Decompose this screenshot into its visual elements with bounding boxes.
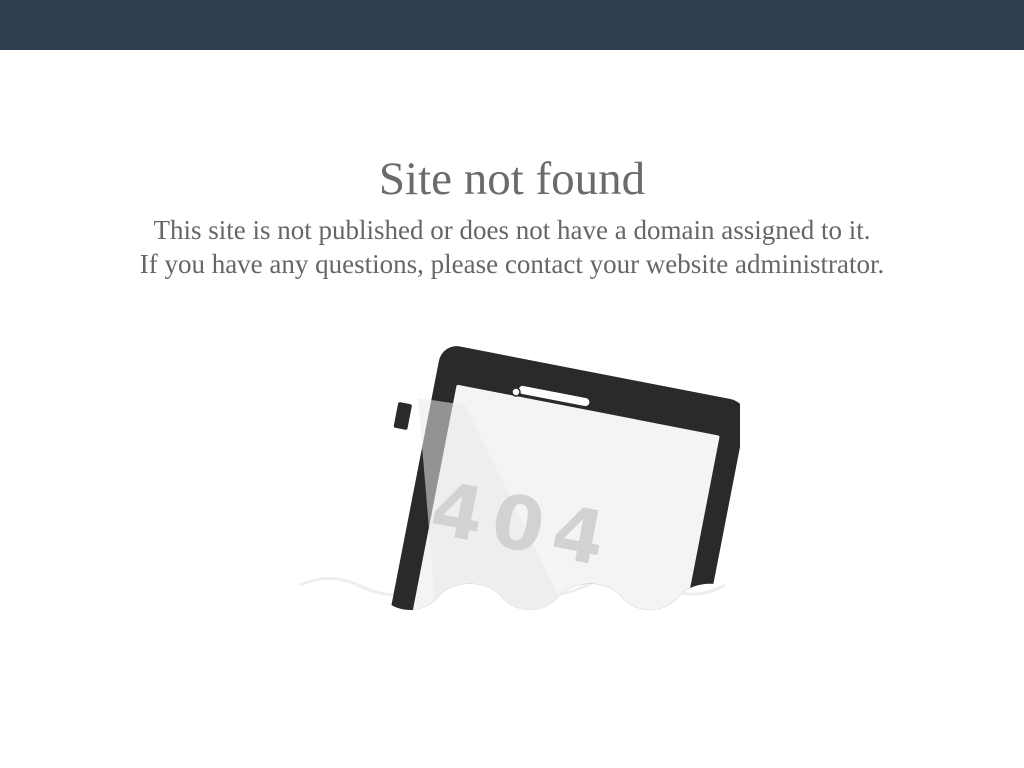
tablet-404-icon: 404 [299, 346, 740, 610]
message-line-2: If you have any questions, please contac… [139, 249, 885, 279]
tablet-device: 404 [382, 346, 740, 610]
main-content: Site not found This site is not publishe… [0, 0, 1024, 768]
page-title: Site not found [378, 153, 646, 205]
message-line-1: This site is not published or does not h… [153, 215, 871, 245]
